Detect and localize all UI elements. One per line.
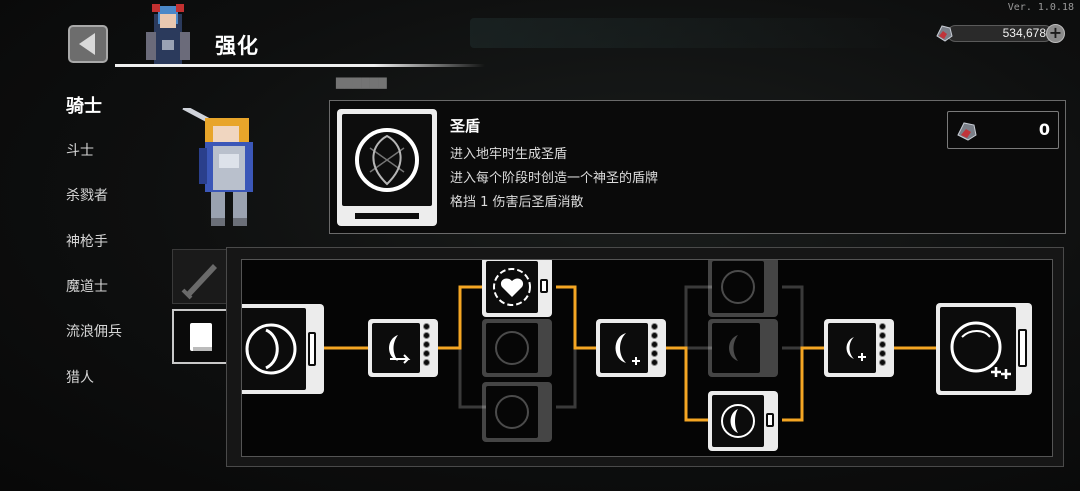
shield-orb-plus-icon (950, 321, 1011, 379)
node-level-bar (766, 413, 774, 427)
skill-tree-panel (226, 247, 1064, 467)
node-crescent-plus-dim[interactable] (708, 319, 778, 377)
node-face (486, 386, 538, 438)
shield-orb-icon (245, 323, 297, 375)
node-level-bar (308, 332, 316, 366)
class-item-mage[interactable]: 魔道士 (66, 276, 108, 296)
class-item-hunter[interactable]: 猎人 (66, 367, 94, 387)
hero-portrait (146, 4, 190, 64)
knight-character-sprite (182, 108, 253, 226)
holy-shield-icon (355, 128, 419, 192)
skill-desc-line-3: 格挡 1 伤害后圣盾消散 (450, 195, 584, 210)
node-face (828, 323, 876, 373)
node-level-dots (879, 323, 886, 366)
add-currency-button[interactable]: + (1046, 24, 1065, 43)
class-item-knight[interactable]: 骑士 (66, 92, 102, 118)
node-bubble-shield[interactable] (482, 319, 552, 377)
crescent-shield-icon (721, 404, 755, 438)
node-dash[interactable] (368, 319, 438, 377)
orb-shield-icon (495, 395, 529, 429)
class-item-fighter[interactable]: 斗士 (66, 140, 94, 160)
back-arrow-icon (78, 33, 95, 55)
node-face (940, 307, 1016, 391)
node-face (712, 261, 764, 313)
cross-shield-icon (721, 270, 755, 304)
crescent-plus-icon (615, 333, 640, 365)
node-level-bar (1018, 329, 1027, 367)
crescent-plus-icon (846, 337, 866, 361)
skill-category-label: ▇▇▇▇▇▇ (336, 76, 387, 89)
tab-skills[interactable] (172, 309, 228, 364)
class-item-gunner[interactable]: 神枪手 (66, 231, 108, 251)
node-level-bar (540, 279, 548, 293)
node-orb-shield[interactable] (482, 382, 552, 442)
ore-gem-icon (957, 122, 977, 141)
skill-desc-line-2: 进入每个阶段时创造一个神圣的盾牌 (450, 171, 659, 186)
node-face (242, 308, 306, 390)
node-cross-shield[interactable] (708, 260, 778, 317)
node-face (600, 323, 648, 373)
node-shield-orb-plus[interactable] (936, 303, 1032, 395)
skill-name: 圣盾 (450, 117, 481, 135)
node-face (712, 323, 760, 373)
back-button[interactable] (68, 25, 108, 63)
sword-icon (181, 264, 217, 300)
node-face (372, 323, 420, 373)
bubble-shield-icon (495, 331, 529, 365)
heart-shield-icon (493, 268, 531, 306)
page-title: 强化 (215, 34, 259, 58)
header-underline (115, 64, 485, 67)
node-crescent-shield[interactable] (708, 391, 778, 451)
book-icon (190, 323, 212, 351)
crescent-plus-icon (729, 335, 738, 361)
version-label: Ver. 1.0.18 (1007, 2, 1074, 13)
ore-gem-icon (936, 25, 953, 42)
background-banner (470, 18, 890, 48)
skill-icon-frame (337, 109, 437, 226)
node-crescent-plus-2[interactable] (824, 319, 894, 377)
node-crescent-plus[interactable] (596, 319, 666, 377)
skill-cost-box: 0 (947, 111, 1059, 149)
class-item-mercenary[interactable]: 流浪佣兵 (66, 321, 122, 341)
currency-amount: 534,678 (1002, 26, 1046, 40)
currency-display: 534,678 + (933, 22, 1065, 44)
node-level-dots (651, 323, 658, 366)
node-shield-base[interactable] (242, 304, 324, 394)
skill-desc-line-1: 进入地牢时生成圣盾 (450, 147, 568, 162)
skill-info-panel: 圣盾 进入地牢时生成圣盾 进入每个阶段时创造一个神圣的盾牌 格挡 1 伤害后圣盾… (329, 100, 1066, 234)
skill-cost-value: 0 (1038, 120, 1050, 139)
node-level-dots (423, 323, 430, 366)
class-item-slayer[interactable]: 杀戮者 (66, 185, 108, 205)
tab-weapon[interactable] (172, 249, 228, 304)
node-face (712, 395, 764, 447)
node-face (486, 261, 538, 313)
crescent-dash-icon (389, 335, 411, 364)
skill-level-bar (355, 213, 419, 219)
skill-tree-canvas (241, 259, 1053, 457)
node-heart-shield[interactable] (482, 260, 552, 317)
skill-icon-face (342, 114, 432, 206)
node-face (486, 323, 538, 373)
